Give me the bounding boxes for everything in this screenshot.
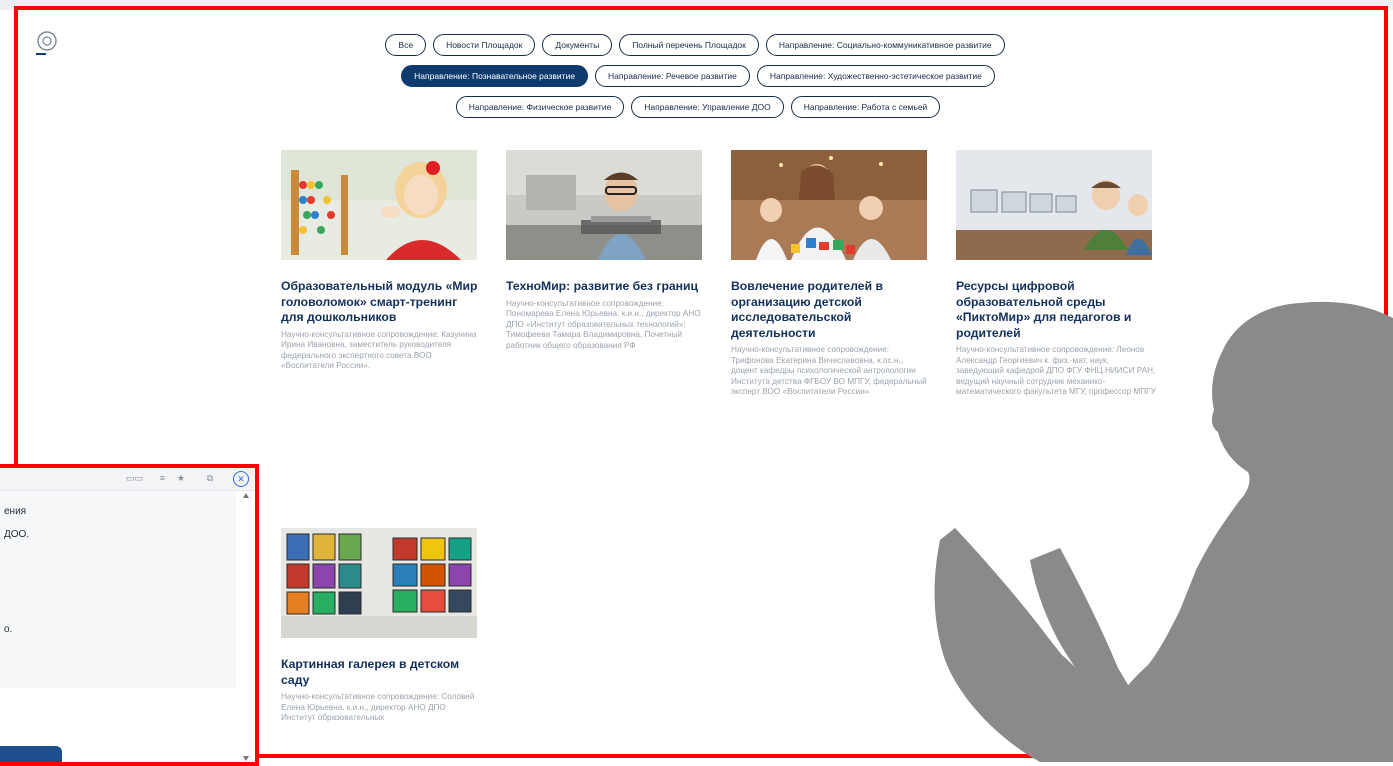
copy-icon[interactable]: ⧉: [207, 473, 213, 484]
filter-pill[interactable]: Направление: Социально-коммуникативное р…: [765, 34, 1005, 56]
filter-pill[interactable]: Направление: Художественно-эстетическое …: [756, 65, 995, 87]
secondary-window-toolbar: ▭▭ ≡ ★ ⧉ ✕: [0, 468, 255, 491]
secondary-window-frame: ▭▭ ≡ ★ ⧉ ✕ ения ДОО. о.: [0, 464, 259, 766]
secondary-text-line-1: ения: [4, 506, 27, 517]
filter-pill[interactable]: Направление: Познавательное развитие: [401, 65, 589, 87]
card-piktomir[interactable]: Ресурсы цифровой образовательной среды «…: [956, 150, 1156, 398]
secondary-window-content-panel: [0, 492, 236, 688]
card-title[interactable]: Ресурсы цифровой образовательной среды «…: [956, 279, 1156, 341]
card-mir-golovolomok[interactable]: Образовательный модуль «Мир головоломок»…: [281, 150, 481, 372]
card-image-abacus-girl[interactable]: [281, 150, 477, 260]
card-title[interactable]: Вовлечение родителей в организацию детск…: [731, 279, 931, 341]
close-icon[interactable]: ✕: [233, 471, 249, 487]
filter-row-2: Направление: Познавательное развитие Напр…: [18, 65, 1378, 87]
secondary-text-line-3: о.: [4, 624, 13, 635]
card-title[interactable]: Образовательный модуль «Мир головоломок»…: [281, 279, 481, 326]
filter-pill[interactable]: Направление: Речевое развитие: [595, 65, 750, 87]
card-tehnomir[interactable]: ТехноМир: развитие без границ Научно-кон…: [506, 150, 706, 351]
card-title[interactable]: Картинная галерея в детском саду: [281, 657, 481, 688]
filter-pill[interactable]: Документы: [542, 34, 613, 56]
filter-row-3: Направление: Физическое развитие Направле…: [18, 96, 1378, 118]
card-image-gallery-wall[interactable]: [281, 528, 477, 638]
filter-pill[interactable]: Направление: Работа с семьей: [790, 96, 941, 118]
filter-pill[interactable]: Направление: Физическое развитие: [455, 96, 625, 118]
card-image-computer-class[interactable]: [956, 150, 1152, 260]
secondary-text-line-2: ДОО.: [4, 529, 30, 540]
filter-pill[interactable]: Новости Площадок: [433, 34, 536, 56]
toolbar-tab-icon[interactable]: ▭▭: [126, 473, 143, 484]
toolbar-menu-icon[interactable]: ≡: [160, 473, 165, 483]
card-description: Научно-консультативное сопровождение: По…: [506, 298, 701, 350]
card-description: Научно-консультативное сопровождение: Ка…: [281, 329, 477, 371]
card-image-robot-boy[interactable]: [506, 150, 702, 260]
card-description: Научно-консультативное сопровождение: Со…: [281, 692, 475, 722]
card-description: Научно-консультативное сопровождение: Тр…: [731, 345, 927, 396]
secondary-action-button[interactable]: [0, 746, 62, 762]
card-title[interactable]: ТехноМир: развитие без границ: [506, 279, 706, 295]
star-icon[interactable]: ★: [177, 473, 185, 484]
card-image-mother-children[interactable]: [731, 150, 927, 260]
scrollbar[interactable]: [243, 492, 249, 762]
card-kartinnaya-galereya[interactable]: Картинная галерея в детском саду Научно-…: [281, 528, 481, 724]
card-description: Научно-консультативное сопровождение: Ле…: [956, 345, 1156, 396]
filter-pill[interactable]: Направление: Управление ДОО: [631, 96, 784, 118]
filter-row-1: Все Новости Площадок Документы Полный переч…: [18, 34, 1378, 56]
card-vovlechenie-roditeley[interactable]: Вовлечение родителей в организацию детск…: [731, 150, 931, 398]
filter-pill[interactable]: Полный перечень Площадок: [619, 34, 759, 56]
filter-bar: Все Новости Площадок Документы Полный переч…: [18, 34, 1378, 127]
filter-pill[interactable]: Все: [385, 34, 427, 56]
